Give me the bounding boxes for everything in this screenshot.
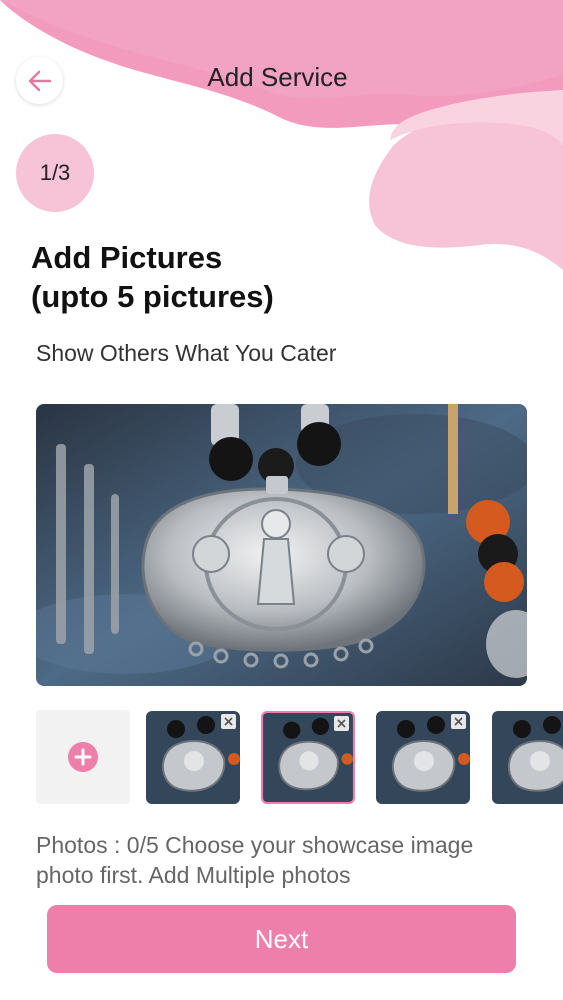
remove-photo-button[interactable] bbox=[334, 716, 349, 731]
heading-line-2: (upto 5 pictures) bbox=[31, 279, 274, 314]
thumbnail-strip bbox=[36, 710, 563, 806]
photos-count-note: Photos : 0/5 Choose your showcase image … bbox=[36, 832, 474, 888]
section-subheading: Show Others What You Cater bbox=[36, 340, 337, 366]
remove-photo-button[interactable] bbox=[221, 714, 236, 729]
photo-thumbnail-selected[interactable] bbox=[261, 711, 355, 804]
photo-thumbnail[interactable] bbox=[492, 711, 563, 804]
add-photo-button[interactable] bbox=[36, 710, 130, 804]
photo-thumbnail[interactable] bbox=[376, 711, 470, 804]
section-heading: Add Pictures (upto 5 pictures) bbox=[31, 238, 274, 316]
pendant-photo bbox=[36, 404, 527, 686]
close-icon bbox=[454, 717, 463, 726]
close-icon bbox=[337, 719, 346, 728]
step-indicator: 1/3 bbox=[16, 134, 94, 212]
page-title: Add Service bbox=[207, 62, 348, 92]
next-button[interactable]: Next bbox=[47, 905, 516, 973]
heading-line-1: Add Pictures bbox=[31, 240, 223, 275]
plus-circle-icon bbox=[68, 742, 98, 772]
main-photo-preview bbox=[36, 404, 527, 686]
remove-photo-button[interactable] bbox=[451, 714, 466, 729]
pendant-thumbnail-image bbox=[492, 711, 563, 804]
close-icon bbox=[224, 717, 233, 726]
photo-thumbnail[interactable] bbox=[146, 711, 240, 804]
